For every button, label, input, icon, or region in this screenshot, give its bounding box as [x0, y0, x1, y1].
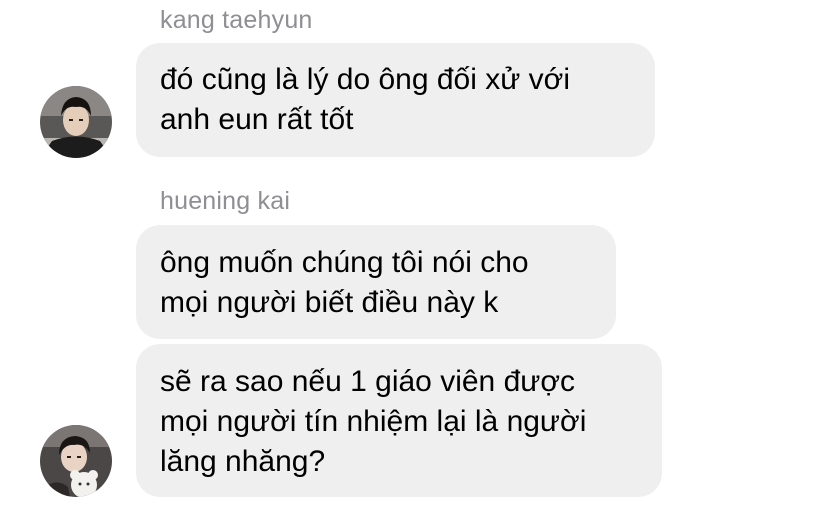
message-text: ông muốn chúng tôi nói cho mọi người biế… [160, 246, 529, 319]
avatar[interactable] [40, 86, 112, 158]
message-bubble[interactable]: sẽ ra sao nếu 1 giáo viên được mọi người… [136, 344, 662, 497]
sender-name: huening kai [160, 187, 291, 215]
message-text: sẽ ra sao nếu 1 giáo viên được mọi người… [160, 365, 587, 478]
profile-photo-icon [40, 425, 112, 497]
message-bubble[interactable]: đó cũng là lý do ông đối xử với anh eun … [136, 43, 655, 157]
message-bubble[interactable]: ông muốn chúng tôi nói cho mọi người biế… [136, 225, 616, 339]
sender-name: kang taehyun [160, 6, 313, 34]
avatar[interactable] [40, 425, 112, 497]
profile-photo-icon [40, 86, 112, 158]
message-text: đó cũng là lý do ông đối xử với anh eun … [160, 63, 570, 136]
